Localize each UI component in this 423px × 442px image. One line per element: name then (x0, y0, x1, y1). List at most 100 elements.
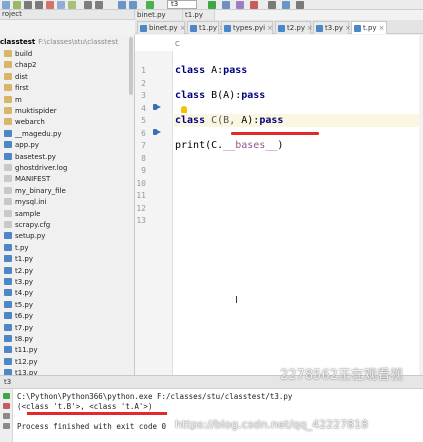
back-icon[interactable] (118, 1, 126, 9)
debug-icon[interactable] (222, 1, 230, 9)
tree-file[interactable]: t7.py (4, 323, 33, 334)
help-icon[interactable] (296, 1, 304, 9)
tab-types[interactable]: types.pyi × (221, 21, 273, 34)
rerun-icon[interactable] (3, 393, 10, 399)
tree-folder[interactable]: build (4, 49, 32, 60)
close-icon[interactable]: × (307, 24, 313, 32)
tree-file[interactable]: t2.py (4, 266, 33, 277)
coverage-icon[interactable] (236, 1, 244, 9)
stop-icon[interactable] (250, 1, 258, 9)
tree-file[interactable]: t1.py (4, 254, 33, 265)
tree-file[interactable]: ghostdriver.log (4, 163, 67, 174)
redo-icon[interactable] (35, 1, 43, 9)
tree-item-label: muktispider (15, 107, 57, 115)
code-line-2[interactable]: class A:pass (175, 65, 247, 76)
folder-icon (4, 95, 12, 103)
tree-folder[interactable]: muktispider (4, 106, 57, 117)
tree-item-label: webarch (15, 118, 45, 127)
tree-folder[interactable]: m (4, 95, 22, 106)
stop-icon[interactable] (3, 403, 10, 409)
close-icon[interactable]: × (379, 24, 385, 32)
copy-icon[interactable] (57, 1, 65, 9)
code-line-6[interactable]: class C(B, A):pass (175, 115, 283, 126)
python-file-icon (4, 323, 12, 331)
code-editor[interactable]: C 1 2 3 4 5 6 7 8 9 10 11 12 13 class A:pass class B… (135, 35, 423, 375)
find-icon[interactable] (84, 1, 92, 9)
run-console[interactable]: C:\Python\Python366\python.exe F:/classe… (0, 389, 423, 442)
run-icon[interactable] (208, 1, 216, 9)
tree-folder[interactable]: webarch (4, 117, 45, 128)
implemented-class-icon[interactable] (153, 103, 161, 111)
tab-t1[interactable]: t1.py× (187, 21, 225, 34)
tree-file[interactable]: my_binary_file (4, 186, 66, 197)
tree-folder[interactable]: first (4, 83, 29, 94)
tree-file[interactable]: scrapy.cfg (4, 220, 50, 231)
tree-file[interactable]: t.py (4, 243, 29, 254)
tree-item-label: basetest.py (15, 152, 56, 161)
tree-file[interactable]: app.py (4, 140, 39, 151)
tree-file[interactable]: MANIFEST (4, 174, 50, 185)
file-icon (4, 198, 12, 206)
tab-t[interactable]: t.py × (351, 21, 387, 34)
tree-scrollbar[interactable] (129, 37, 133, 95)
undo-icon[interactable] (24, 1, 32, 9)
wrap-icon[interactable] (3, 423, 10, 429)
python-file-icon (316, 25, 323, 32)
tree-item-label: MANIFEST (15, 175, 51, 184)
mini-tab-label: binet.py (137, 11, 166, 19)
forward-icon[interactable] (129, 1, 137, 9)
close-icon[interactable]: × (180, 24, 186, 32)
tree-file[interactable]: __magedu.py (4, 129, 62, 140)
tab-label: t.py (363, 24, 377, 32)
lightbulb-icon[interactable] (181, 106, 187, 113)
settings-icon[interactable] (268, 1, 276, 9)
python-file-icon (140, 25, 147, 32)
implemented-class-icon[interactable] (153, 128, 161, 136)
tree-file[interactable]: t6.py (4, 311, 33, 322)
tree-item-label: app.py (15, 141, 39, 150)
python-file-icon (4, 300, 12, 308)
editor-scrollbar[interactable] (419, 35, 423, 375)
tree-file[interactable]: sample (4, 209, 40, 220)
tree-item-label: chap2 (15, 61, 37, 70)
mini-tab-t1[interactable]: t1.py (183, 10, 215, 20)
tree-file[interactable]: t3.py (4, 277, 33, 288)
breadcrumb[interactable]: C (175, 40, 180, 48)
tree-folder[interactable]: chap2 (4, 60, 36, 71)
tab-t2[interactable]: t2.py × (275, 21, 313, 34)
tab-label: types.pyi (233, 24, 266, 32)
paste-icon[interactable] (68, 1, 76, 9)
tree-file[interactable]: t4.py (4, 288, 33, 299)
code-line-4[interactable]: class B(A):pass (175, 90, 265, 101)
tab-t3[interactable]: t3.py × (313, 21, 351, 34)
code-line-8[interactable]: print(C.__bases__) (175, 140, 283, 151)
python-file-icon (278, 25, 285, 32)
cut-icon[interactable] (46, 1, 54, 9)
tab-binet[interactable]: binet.py × (137, 21, 186, 34)
tree-file[interactable]: setup.py (4, 231, 45, 242)
tree-file[interactable]: basetest.py (4, 152, 56, 163)
close-icon[interactable]: × (345, 24, 351, 32)
sync-icon[interactable] (13, 1, 21, 9)
text-cursor-icon: I (235, 295, 238, 306)
tree-item-label: t6.py (15, 312, 34, 321)
pause-icon[interactable] (3, 413, 10, 419)
sdk-icon[interactable] (282, 1, 290, 9)
tree-file[interactable]: mysql.ini (4, 197, 47, 208)
tree-file[interactable]: t13.py (4, 368, 37, 375)
python-file-icon (4, 141, 12, 149)
run-side-toolbar (0, 389, 13, 442)
tree-folder[interactable]: dist (4, 72, 28, 83)
tree-root[interactable]: classtest F:\classes\stu\classtest (0, 38, 118, 46)
tree-file[interactable]: t8.py (4, 334, 33, 345)
run-config-select[interactable]: t3 (167, 0, 197, 9)
tree-file[interactable]: t11.py (4, 345, 37, 356)
tree-file[interactable]: t5.py (4, 300, 33, 311)
tree-file[interactable]: t12.py (4, 357, 37, 368)
project-tool-header[interactable]: roject (0, 10, 135, 20)
save-icon[interactable] (2, 1, 10, 9)
close-icon[interactable]: × (267, 24, 273, 32)
mini-tab-binet[interactable]: binet.py (135, 10, 183, 20)
replace-icon[interactable] (95, 1, 103, 9)
build-icon[interactable] (146, 1, 154, 9)
